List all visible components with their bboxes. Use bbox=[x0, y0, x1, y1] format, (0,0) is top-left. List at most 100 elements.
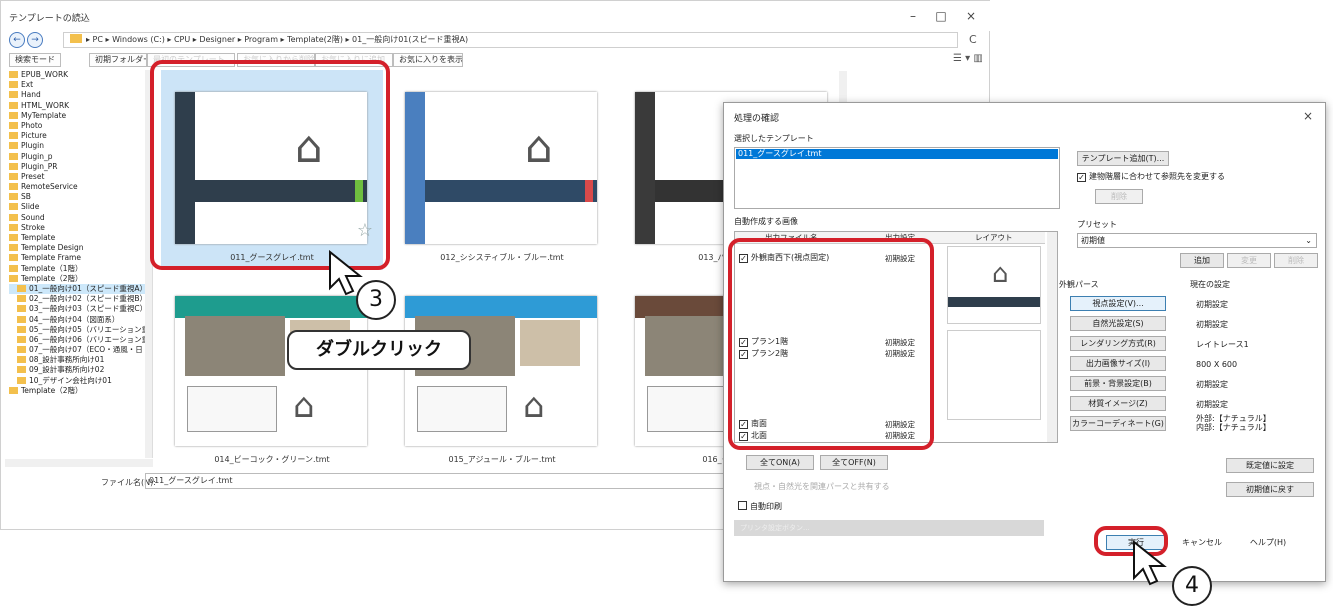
tree-item[interactable]: Slide bbox=[9, 202, 145, 212]
reset-default-button[interactable]: 初期値に戻す bbox=[1226, 482, 1314, 497]
share-viewpoint-checkbox[interactable]: 視点・自然光を関連パースと共有する bbox=[754, 481, 890, 492]
show-favorites-button[interactable]: お気に入りを表示 bbox=[393, 53, 463, 67]
close-button[interactable]: × bbox=[959, 7, 983, 25]
tree-item[interactable]: Photo bbox=[9, 121, 145, 131]
tree-item[interactable]: Plugin bbox=[9, 141, 145, 151]
preset-delete-button[interactable]: 削除 bbox=[1274, 253, 1318, 268]
breadcrumb[interactable]: ▸ PC ▸ Windows (C:) ▸ CPU ▸ Designer ▸ P… bbox=[63, 32, 958, 48]
tree-item[interactable]: 03_一般向け03（スピード重視C） bbox=[9, 304, 145, 314]
tree-item-label: Template（2階） bbox=[21, 273, 83, 283]
tree-item[interactable]: Sound bbox=[9, 213, 145, 223]
tree-item[interactable]: 06_一般向け06（バリエーション重 bbox=[9, 335, 145, 345]
tree-item[interactable]: 08_設計事務所向け01 bbox=[9, 355, 145, 365]
tree-item[interactable]: Template Frame bbox=[9, 253, 145, 263]
printer-field[interactable]: プリンタ設定ボタン... bbox=[734, 520, 1044, 536]
tree-item[interactable]: 10_デザイン会社向け01 bbox=[9, 376, 145, 386]
preset-label: プリセット bbox=[1077, 220, 1117, 229]
tree-item[interactable]: EPUB_WORK bbox=[9, 70, 145, 80]
tree-item[interactable]: Picture bbox=[9, 131, 145, 141]
tree-item[interactable]: SB bbox=[9, 192, 145, 202]
material-image-button[interactable]: 材質イメージ(Z) bbox=[1070, 396, 1166, 411]
tree-item[interactable]: 09_設計事務所向け02 bbox=[9, 365, 145, 375]
natural-light-button[interactable]: 自然光設定(S) bbox=[1070, 316, 1166, 331]
checkbox-icon[interactable]: ✓ bbox=[1077, 173, 1086, 182]
current-settings-label: 現在の設定 bbox=[1190, 280, 1230, 289]
thumbnail-012[interactable]: ⌂ 012_シシスティブル・ブルー.tmt bbox=[391, 70, 613, 270]
tree-item[interactable]: Ext bbox=[9, 80, 145, 90]
preset-add-button[interactable]: 追加 bbox=[1180, 253, 1224, 268]
tree-item-label: 02_一般向け02（スピード重視B） bbox=[29, 294, 145, 304]
tree-item-label: Sound bbox=[21, 212, 45, 222]
tree-item[interactable]: Plugin_PR bbox=[9, 162, 145, 172]
viewpoint-settings-button[interactable]: 視点設定(V)... bbox=[1070, 296, 1166, 311]
filename-input[interactable]: 011_グースグレイ.tmt bbox=[145, 473, 725, 489]
tree-item[interactable]: 07_一般向け07（ECO・通風・日 bbox=[9, 345, 145, 355]
delete-button[interactable]: 削除 bbox=[1095, 189, 1143, 204]
preview-sidebar bbox=[405, 92, 425, 244]
dialog-close-button[interactable]: × bbox=[1303, 109, 1313, 123]
tree-item[interactable]: MyTemplate bbox=[9, 111, 145, 121]
tree-item[interactable]: Template（2階） bbox=[9, 274, 145, 284]
set-default-button[interactable]: 既定値に設定 bbox=[1226, 458, 1314, 473]
help-button[interactable]: ヘルプ(H) bbox=[1238, 535, 1298, 550]
thumbnail-name: 015_アジュール・ブルー.tmt bbox=[448, 455, 556, 464]
minimize-button[interactable]: – bbox=[901, 7, 925, 25]
tree-item[interactable]: RemoteService bbox=[9, 182, 145, 192]
view-mode-icon[interactable]: ☰ ▾ ▥ bbox=[953, 53, 983, 64]
change-reference-checkbox[interactable]: ✓ 建物階層に合わせて参照先を変更する bbox=[1077, 171, 1225, 182]
add-template-button[interactable]: テンプレート追加(T)... bbox=[1077, 151, 1169, 166]
search-mode-button[interactable]: 検索モード bbox=[9, 53, 61, 67]
all-on-button[interactable]: 全てON(A) bbox=[746, 455, 814, 470]
step-4-badge: 4 bbox=[1172, 566, 1212, 606]
folder-icon bbox=[17, 356, 26, 364]
thumbnail-015[interactable]: ⌂ 015_アジュール・ブルー.tmt bbox=[391, 296, 613, 466]
forward-icon[interactable]: → bbox=[27, 32, 43, 48]
thumbnail-name: 014_ビーコック・グリーン.tmt bbox=[214, 455, 330, 464]
back-icon[interactable]: ← bbox=[9, 32, 25, 48]
initial-folder-button[interactable]: 初期フォルダー bbox=[89, 53, 147, 67]
tree-item[interactable]: Template bbox=[9, 233, 145, 243]
tree-item[interactable]: Stroke bbox=[9, 223, 145, 233]
foreground-background-value: 初期設定 bbox=[1196, 380, 1228, 389]
rendering-method-button[interactable]: レンダリング方式(R) bbox=[1070, 336, 1166, 351]
tree-horizontal-scrollbar[interactable] bbox=[5, 459, 153, 467]
tree-item[interactable]: Plugin_p bbox=[9, 152, 145, 162]
tree-item[interactable]: 04_一般向け04（図面系） bbox=[9, 315, 145, 325]
foreground-background-button[interactable]: 前景・背景設定(B) bbox=[1070, 376, 1166, 391]
auto-print-checkbox[interactable]: 自動印刷 bbox=[738, 501, 782, 512]
preview-band bbox=[948, 297, 1040, 307]
selected-template-list[interactable]: 011_グースグレイ.tmt bbox=[734, 147, 1060, 209]
preset-change-button[interactable]: 変更 bbox=[1227, 253, 1271, 268]
list-scrollbar[interactable] bbox=[1047, 232, 1057, 442]
tree-item[interactable]: 05_一般向け05（バリエーション重 bbox=[9, 325, 145, 335]
folder-icon bbox=[17, 346, 26, 354]
preset-select[interactable]: 初期値 ⌄ bbox=[1077, 233, 1317, 248]
tree-item[interactable]: Hand bbox=[9, 90, 145, 100]
checkbox-icon[interactable] bbox=[738, 501, 747, 510]
tree-item[interactable]: Template（1階） bbox=[9, 264, 145, 274]
tree-item[interactable]: HTML_WORK bbox=[9, 101, 145, 111]
folder-icon bbox=[9, 111, 18, 119]
cancel-button[interactable]: キャンセル bbox=[1172, 535, 1232, 550]
preset-value: 初期値 bbox=[1081, 236, 1105, 245]
folder-icon bbox=[9, 81, 18, 89]
tree-item[interactable]: Template Design bbox=[9, 243, 145, 253]
tree-item-label: 04_一般向け04（図面系） bbox=[29, 314, 120, 324]
output-size-button[interactable]: 出力画像サイズ(I) bbox=[1070, 356, 1166, 371]
color-coordinate-button[interactable]: カラーコーディネート(G) bbox=[1070, 416, 1166, 431]
selected-template-item[interactable]: 011_グースグレイ.tmt bbox=[736, 149, 1058, 159]
window-title: テンプレートの読込 bbox=[9, 14, 90, 24]
preview-sidebar bbox=[635, 92, 655, 244]
tree-item[interactable]: Preset bbox=[9, 172, 145, 182]
tree-item[interactable]: 02_一般向け02（スピード重視B） bbox=[9, 294, 145, 304]
thumbnail-014[interactable]: ⌂ 014_ビーコック・グリーン.tmt bbox=[161, 296, 383, 466]
maximize-button[interactable]: □ bbox=[929, 7, 953, 25]
all-off-button[interactable]: 全てOFF(N) bbox=[820, 455, 888, 470]
tree-item-label: Plugin_p bbox=[21, 151, 53, 161]
tree-item[interactable]: 01_一般向け01（スピード重視A） bbox=[9, 283, 145, 295]
refresh-icon[interactable]: C bbox=[969, 33, 977, 46]
folder-tree: EPUB_WORK Ext Hand HTML_WORK MyTemplate Photo… bbox=[5, 70, 153, 458]
house-icon: ⌂ bbox=[293, 386, 315, 426]
layout-preview: ⌂ bbox=[947, 246, 1041, 324]
tree-item[interactable]: Template（2階） bbox=[9, 386, 145, 396]
